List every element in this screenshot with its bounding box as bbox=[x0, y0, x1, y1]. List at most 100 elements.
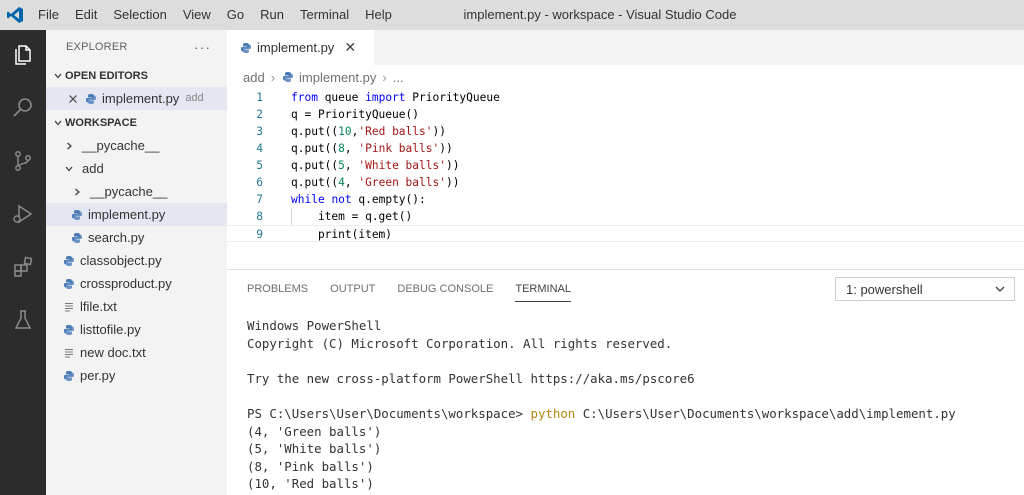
text-file-icon bbox=[62, 346, 76, 360]
menu-view[interactable]: View bbox=[175, 0, 219, 30]
tree-item-label: add bbox=[82, 161, 104, 176]
code-line[interactable]: 8 item = q.get() bbox=[227, 208, 1024, 225]
tab-label: implement.py bbox=[257, 40, 335, 55]
python-file-icon bbox=[281, 70, 295, 84]
breadcrumb-folder[interactable]: add bbox=[243, 70, 265, 85]
file-item[interactable]: crossproduct.py bbox=[46, 272, 227, 295]
menu-selection[interactable]: Selection bbox=[105, 0, 174, 30]
tab-implement-py[interactable]: implement.py ✕ bbox=[227, 30, 374, 65]
python-file-icon bbox=[84, 92, 98, 106]
line-number: 7 bbox=[256, 193, 263, 206]
source-control-icon[interactable] bbox=[0, 141, 46, 181]
open-editor-name: implement.py bbox=[102, 91, 180, 106]
chevron-down-icon bbox=[51, 118, 65, 128]
code-text: q.put((10,'Red balls')) bbox=[291, 125, 446, 138]
file-item[interactable]: search.py bbox=[46, 226, 227, 249]
breadcrumb-file[interactable]: implement.py bbox=[299, 70, 376, 85]
tree-item-label: __pycache__ bbox=[82, 138, 160, 153]
chevron-right-icon: › bbox=[382, 69, 387, 85]
terminal-output[interactable]: Windows PowerShell Copyright (C) Microsof… bbox=[247, 317, 1017, 493]
panel-tabs: PROBLEMS OUTPUT DEBUG CONSOLE TERMINAL bbox=[227, 270, 827, 306]
explorer-icon[interactable] bbox=[0, 35, 46, 75]
terminal-line: (8, 'Pink balls') bbox=[247, 458, 374, 474]
file-item[interactable]: listtofile.py bbox=[46, 318, 227, 341]
tree-item-label: per.py bbox=[80, 368, 116, 383]
file-item[interactable]: implement.py bbox=[46, 203, 227, 226]
code-line[interactable]: 5 q.put((5, 'White balls')) bbox=[227, 157, 1024, 174]
activity-bar bbox=[0, 30, 46, 495]
breadcrumb-symbol[interactable]: ... bbox=[393, 70, 404, 85]
workspace-label: WORKSPACE bbox=[65, 117, 137, 129]
code-text: q = PriorityQueue() bbox=[291, 108, 419, 121]
tab-debug-console[interactable]: DEBUG CONSOLE bbox=[397, 270, 493, 306]
code-editor[interactable]: 1 from queue import PriorityQueue 2 q = Pri… bbox=[227, 89, 1024, 269]
menu-help[interactable]: Help bbox=[357, 0, 400, 30]
tree-item-label: lfile.txt bbox=[80, 299, 117, 314]
line-number: 5 bbox=[256, 159, 263, 172]
terminal-line: Copyright (C) Microsoft Corporation. All… bbox=[247, 335, 673, 351]
line-number: 2 bbox=[256, 108, 263, 121]
code-line[interactable]: 1 from queue import PriorityQueue bbox=[227, 89, 1024, 106]
tab-terminal[interactable]: TERMINAL bbox=[515, 270, 571, 306]
code-text: print(item) bbox=[291, 228, 393, 241]
python-file-icon bbox=[62, 323, 76, 337]
close-icon[interactable]: ✕ bbox=[344, 39, 356, 56]
menu-bar: File Edit Selection View Go Run Terminal Help bbox=[30, 0, 400, 30]
tab-output[interactable]: OUTPUT bbox=[330, 270, 375, 306]
breadcrumb: add › implement.py › ... bbox=[227, 65, 1024, 89]
testing-icon[interactable] bbox=[0, 300, 46, 340]
menu-edit[interactable]: Edit bbox=[67, 0, 105, 30]
text-file-icon bbox=[62, 300, 76, 314]
line-number: 6 bbox=[256, 176, 263, 189]
code-line[interactable]: 9 print(item) bbox=[227, 225, 1024, 242]
chevron-right-icon bbox=[62, 141, 76, 151]
python-file-icon bbox=[70, 208, 84, 222]
terminal-line: Windows PowerShell bbox=[247, 318, 382, 333]
code-line[interactable]: 2 q = PriorityQueue() bbox=[227, 106, 1024, 123]
code-line[interactable]: 3 q.put((10,'Red balls')) bbox=[227, 123, 1024, 140]
file-item[interactable]: new doc.txt bbox=[46, 341, 227, 364]
terminal-select-value: 1: powershell bbox=[846, 281, 923, 297]
terminal-select[interactable]: 1: powershell bbox=[835, 277, 1015, 301]
code-text: q.put((5, 'White balls')) bbox=[291, 159, 460, 172]
menu-terminal[interactable]: Terminal bbox=[292, 0, 357, 30]
open-editor-item[interactable]: implement.py add bbox=[46, 87, 227, 110]
menu-go[interactable]: Go bbox=[219, 0, 252, 30]
code-line[interactable]: 6 q.put((4, 'Green balls')) bbox=[227, 174, 1024, 191]
terminal-line: (4, 'Green balls') bbox=[247, 423, 382, 439]
code-line[interactable]: 4 q.put((8, 'Pink balls')) bbox=[227, 140, 1024, 157]
folder-item[interactable]: __pycache__ bbox=[46, 134, 227, 157]
code-text: from queue import PriorityQueue bbox=[291, 91, 500, 104]
line-number: 9 bbox=[256, 228, 263, 241]
tree-item-label: classobject.py bbox=[80, 253, 162, 268]
terminal-line: Try the new cross-platform PowerShell ht… bbox=[247, 370, 695, 386]
code-line[interactable]: 7 while not q.empty(): bbox=[227, 191, 1024, 208]
vscode-logo-icon bbox=[0, 0, 30, 30]
chevron-down-icon bbox=[51, 71, 65, 81]
menu-file[interactable]: File bbox=[30, 0, 67, 30]
extensions-icon[interactable] bbox=[0, 247, 46, 287]
code-text: q.put((8, 'Pink balls')) bbox=[291, 142, 453, 155]
line-number: 4 bbox=[256, 142, 263, 155]
open-editors-section[interactable]: OPEN EDITORS bbox=[46, 65, 227, 87]
run-debug-icon[interactable] bbox=[0, 194, 46, 234]
tree-item-label: new doc.txt bbox=[80, 345, 146, 360]
close-icon[interactable] bbox=[66, 94, 80, 104]
menu-run[interactable]: Run bbox=[252, 0, 292, 30]
chevron-down-icon bbox=[62, 164, 76, 174]
file-item[interactable]: classobject.py bbox=[46, 249, 227, 272]
file-item[interactable]: lfile.txt bbox=[46, 295, 227, 318]
bottom-panel: PROBLEMS OUTPUT DEBUG CONSOLE TERMINAL 1: p… bbox=[227, 269, 1024, 495]
code-text: item = q.get() bbox=[291, 210, 413, 223]
search-icon[interactable] bbox=[0, 88, 46, 128]
workspace-section[interactable]: WORKSPACE bbox=[46, 112, 227, 134]
tab-problems[interactable]: PROBLEMS bbox=[247, 270, 308, 306]
tree-item-label: __pycache__ bbox=[90, 184, 168, 199]
open-editor-folder: add bbox=[185, 92, 204, 104]
more-actions-icon[interactable]: ··· bbox=[194, 30, 211, 65]
file-item[interactable]: per.py bbox=[46, 364, 227, 387]
folder-item[interactable]: add bbox=[46, 157, 227, 180]
folder-item[interactable]: __pycache__ bbox=[46, 180, 227, 203]
